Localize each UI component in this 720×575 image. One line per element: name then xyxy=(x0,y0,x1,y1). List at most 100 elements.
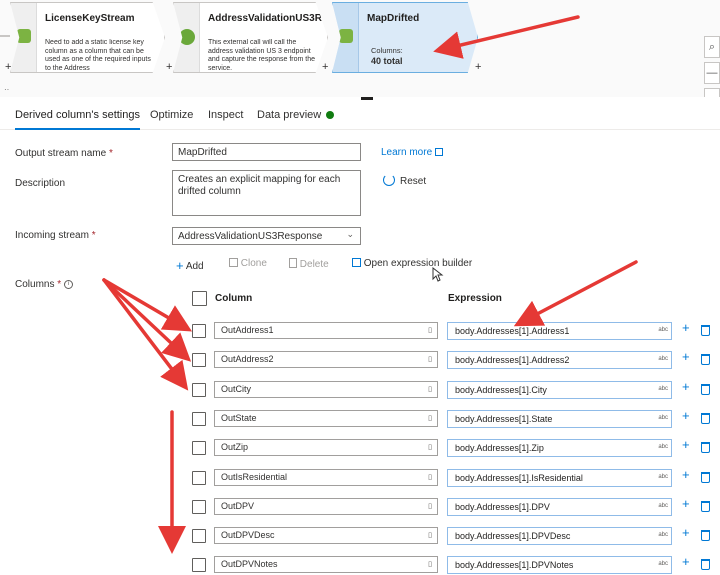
expression-text: body.Addresses[1].DPVNotes xyxy=(455,560,574,570)
columns-value: 40 total xyxy=(371,56,403,66)
column-name-input[interactable]: OutCity ▯ xyxy=(214,381,438,398)
add-step-button[interactable]: + xyxy=(166,61,172,73)
add-row-icon[interactable]: + xyxy=(682,379,690,394)
expression-input[interactable]: body.Addresses[1].IsResidential abc xyxy=(447,469,672,487)
row-checkbox[interactable] xyxy=(192,412,206,426)
expression-input[interactable]: body.Addresses[1].DPVNotes abc xyxy=(447,556,672,574)
add-step-button[interactable]: + xyxy=(5,61,11,73)
reset-icon xyxy=(383,174,395,186)
tab-optimize[interactable]: Optimize xyxy=(150,109,193,121)
row-checkbox[interactable] xyxy=(192,383,206,397)
string-type-icon: abc xyxy=(658,386,668,392)
zoom-extra-button[interactable] xyxy=(704,88,720,97)
settings-tabs: Derived column's settings Optimize Inspe… xyxy=(0,100,720,130)
trash-icon[interactable] xyxy=(701,501,710,512)
row-checkbox[interactable] xyxy=(192,558,206,572)
add-button[interactable]: + Add xyxy=(176,258,204,273)
output-stream-field[interactable]: MapDrifted xyxy=(172,143,361,161)
trash-icon[interactable] xyxy=(701,472,710,483)
learn-more-link[interactable]: Learn more xyxy=(381,147,443,158)
incoming-stream-select[interactable]: AddressValidationUS3Response ⌄ xyxy=(172,227,361,245)
zoom-controls: ⌕ — xyxy=(704,36,720,97)
add-row-icon[interactable]: + xyxy=(682,496,690,511)
string-type-icon: abc xyxy=(658,356,668,362)
trash-icon[interactable] xyxy=(701,530,710,541)
type-icon: ▯ xyxy=(428,415,432,422)
external-link-icon xyxy=(434,148,443,156)
node-side-panel xyxy=(333,3,359,72)
type-icon: ▯ xyxy=(428,444,432,451)
open-external-icon xyxy=(352,258,361,267)
add-step-button[interactable]: + xyxy=(475,61,481,73)
node-address-validation[interactable]: AddressValidationUS3R... This external c… xyxy=(173,2,328,73)
description-field[interactable]: Creates an explicit mapping for each dri… xyxy=(172,170,361,216)
trash-icon[interactable] xyxy=(701,384,710,395)
clone-button[interactable]: Clone xyxy=(229,258,267,269)
column-name-text: OutZip xyxy=(221,442,249,452)
row-checkbox[interactable] xyxy=(192,529,206,543)
trash-icon[interactable] xyxy=(701,413,710,424)
connector-line xyxy=(0,35,10,37)
expression-input[interactable]: body.Addresses[1].Zip abc xyxy=(447,439,672,457)
expression-input[interactable]: body.Addresses[1].State abc xyxy=(447,410,672,428)
columns-label: Columns: xyxy=(371,46,403,55)
add-row-icon[interactable]: + xyxy=(682,467,690,482)
trash-icon[interactable] xyxy=(701,559,710,570)
row-checkbox[interactable] xyxy=(192,471,206,485)
column-name-input[interactable]: OutDPV ▯ xyxy=(214,498,438,515)
trash-icon[interactable] xyxy=(701,354,710,365)
pipeline-canvas[interactable]: LicenseKeyStream Need to add a static li… xyxy=(0,0,720,97)
trash-icon[interactable] xyxy=(701,442,710,453)
expression-input[interactable]: body.Addresses[1].City abc xyxy=(447,381,672,399)
delete-button[interactable]: Delete xyxy=(289,258,329,270)
column-name-input[interactable]: OutDPVDesc ▯ xyxy=(214,527,438,544)
derived-column-icon xyxy=(17,29,31,43)
add-row-icon[interactable]: + xyxy=(682,554,690,569)
column-name-text: OutCity xyxy=(221,384,252,394)
column-name-text: OutAddress2 xyxy=(221,354,274,364)
column-name-input[interactable]: OutIsResidential ▯ xyxy=(214,469,438,486)
incoming-stream-label: Incoming stream * xyxy=(15,230,96,241)
expression-input[interactable]: body.Addresses[1].DPV abc xyxy=(447,498,672,516)
zoom-out-button[interactable]: — xyxy=(704,62,720,84)
column-name-text: OutAddress1 xyxy=(221,325,274,335)
trash-icon[interactable] xyxy=(701,325,710,336)
add-row-icon[interactable]: + xyxy=(682,437,690,452)
row-checkbox[interactable] xyxy=(192,324,206,338)
add-row-icon[interactable]: + xyxy=(682,408,690,423)
columns-label: Columns * i xyxy=(15,279,73,290)
more-dots: ·· xyxy=(4,85,10,94)
select-all-checkbox[interactable] xyxy=(192,291,207,306)
open-expression-builder-button[interactable]: Open expression builder xyxy=(352,258,472,269)
tab-data-preview[interactable]: Data preview xyxy=(257,109,335,121)
add-row-icon[interactable]: + xyxy=(682,320,690,335)
external-call-icon xyxy=(179,29,195,45)
row-checkbox[interactable] xyxy=(192,353,206,367)
add-row-icon[interactable]: + xyxy=(682,349,690,364)
column-name-input[interactable]: OutAddress2 ▯ xyxy=(214,351,438,368)
tab-derived-column-settings[interactable]: Derived column's settings xyxy=(15,109,140,130)
plus-icon: + xyxy=(176,258,184,273)
column-name-text: OutIsResidential xyxy=(221,472,288,482)
expression-input[interactable]: body.Addresses[1].Address2 abc xyxy=(447,351,672,369)
annotation-arrow xyxy=(102,278,193,332)
column-name-input[interactable]: OutDPVNotes ▯ xyxy=(214,556,438,573)
column-name-text: OutDPVNotes xyxy=(221,559,278,569)
info-icon[interactable]: i xyxy=(63,280,73,289)
add-row-icon[interactable]: + xyxy=(682,525,690,540)
column-name-input[interactable]: OutState ▯ xyxy=(214,410,438,427)
tab-inspect[interactable]: Inspect xyxy=(208,109,243,121)
column-header: Column xyxy=(215,293,253,304)
row-checkbox[interactable] xyxy=(192,441,206,455)
expression-input[interactable]: body.Addresses[1].Address1 abc xyxy=(447,322,672,340)
node-map-drifted[interactable]: MapDrifted Columns: 40 total xyxy=(332,2,478,73)
add-step-button[interactable]: + xyxy=(322,61,328,73)
column-name-input[interactable]: OutAddress1 ▯ xyxy=(214,322,438,339)
node-license-key-stream[interactable]: LicenseKeyStream Need to add a static li… xyxy=(10,2,165,73)
expression-text: body.Addresses[1].City xyxy=(455,385,547,395)
row-checkbox[interactable] xyxy=(192,500,206,514)
expression-input[interactable]: body.Addresses[1].DPVDesc abc xyxy=(447,527,672,545)
search-icon[interactable]: ⌕ xyxy=(704,36,720,58)
reset-button[interactable]: Reset xyxy=(400,176,426,187)
column-name-input[interactable]: OutZip ▯ xyxy=(214,439,438,456)
